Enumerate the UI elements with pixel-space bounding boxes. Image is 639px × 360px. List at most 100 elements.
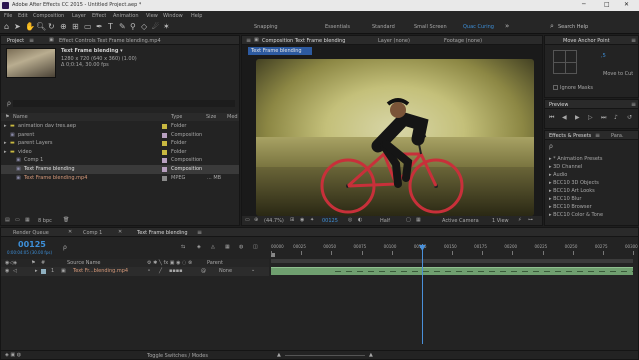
- graph-editor-icon[interactable]: ◫: [253, 244, 258, 250]
- previous-frame-icon[interactable]: ◀: [562, 114, 567, 121]
- roi-icon[interactable]: ▢: [406, 217, 411, 223]
- project-item[interactable]: ▣ Text Frame blending.mp4 MPEG ... MB: [1, 174, 239, 183]
- first-frame-icon[interactable]: ⏮: [549, 114, 554, 122]
- label-swatch[interactable]: [162, 166, 167, 172]
- effects-category[interactable]: ▸ BCC10 Blur: [547, 195, 637, 203]
- always-preview-icon[interactable]: ▭: [245, 217, 250, 223]
- effects-category[interactable]: ▸ BCC10 Color & Tone: [547, 211, 637, 219]
- label-swatch[interactable]: [162, 132, 167, 138]
- tab-preview[interactable]: Preview: [549, 102, 568, 108]
- layer-row[interactable]: ◉ ◁ ▸ 1 ▣ Text Fr...blending.mp4 ⚬ ╱ ▪▪▪…: [1, 267, 269, 276]
- new-folder-icon[interactable]: ▭: [15, 217, 20, 223]
- label-swatch[interactable]: [162, 141, 167, 147]
- tab-comp-1[interactable]: Comp 1: [83, 230, 102, 236]
- label-swatch[interactable]: [162, 124, 167, 129]
- label-swatch[interactable]: [162, 158, 167, 164]
- home-icon[interactable]: ⌂: [4, 22, 9, 31]
- tab-layer[interactable]: Layer (none): [378, 38, 410, 44]
- layer-switches-icon[interactable]: ◈ ▣ ◍: [5, 352, 21, 358]
- column-parent[interactable]: Parent: [207, 260, 223, 266]
- move-to-cut-button[interactable]: Move to Cut: [603, 71, 633, 77]
- brush-tool-icon[interactable]: ✎: [119, 22, 126, 31]
- close-icon[interactable]: ✕: [118, 229, 122, 235]
- effects-search-icon[interactable]: ρ: [549, 143, 553, 150]
- x-value[interactable]: ,5: [601, 53, 606, 59]
- project-item[interactable]: ▣ Text Frame blending Composition: [1, 164, 239, 174]
- time-zoom-slider[interactable]: [285, 355, 365, 356]
- camera-select[interactable]: Active Camera: [442, 218, 479, 224]
- fast-previews-icon[interactable]: ⚡: [518, 217, 522, 223]
- project-item[interactable]: ▸ ▬ parent Layers Folder: [1, 139, 239, 148]
- search-help-input[interactable]: Search Help: [558, 24, 588, 30]
- timeline-search-icon[interactable]: ρ: [63, 244, 67, 251]
- resolution-select[interactable]: Half: [380, 218, 390, 224]
- lock-icon[interactable]: ▣: [254, 37, 259, 43]
- zoom-tool-icon[interactable]: 🔍︎: [36, 22, 46, 31]
- column-media[interactable]: Med: [227, 114, 238, 120]
- column-type[interactable]: Type: [171, 114, 182, 120]
- time-ruler[interactable]: 0000000025000500007500100001250015000175…: [271, 244, 638, 258]
- pen-tool-icon[interactable]: ✒: [96, 22, 103, 31]
- tab-render-queue[interactable]: Render Queue: [13, 230, 49, 236]
- visibility-icon[interactable]: ◉: [5, 268, 9, 274]
- rectangle-tool-icon[interactable]: ▭: [84, 22, 92, 31]
- quality-icon[interactable]: ╱: [159, 268, 162, 274]
- panel-menu-icon[interactable]: ≡: [246, 37, 251, 44]
- menu-composition[interactable]: Composition: [33, 13, 64, 19]
- mute-icon[interactable]: ♪: [614, 114, 618, 121]
- workspace-overflow-icon[interactable]: »: [505, 22, 509, 30]
- effects-category[interactable]: ▸ BCC10 3D Objects: [547, 179, 637, 187]
- switch-boxes[interactable]: ▪▪▪▪: [169, 268, 183, 274]
- workspace-quac-curing[interactable]: Quac Curing: [463, 24, 494, 30]
- close-button[interactable]: ✕: [624, 1, 629, 8]
- tab-effect-controls[interactable]: Effect Controls Text Frame blending.mp4: [59, 38, 161, 44]
- expand-icon[interactable]: ▸: [4, 139, 7, 148]
- expand-icon[interactable]: ▸: [4, 148, 7, 157]
- effects-category[interactable]: ▸ * Animation Presets: [547, 155, 637, 163]
- zoom-in-icon[interactable]: ▲: [369, 352, 373, 358]
- ignore-masks-checkbox[interactable]: [553, 85, 558, 90]
- workspace-snapping[interactable]: Snapping: [254, 24, 278, 30]
- preview-item-name[interactable]: Text Frame blending ▾: [61, 48, 123, 54]
- parent-select[interactable]: None: [219, 268, 232, 274]
- hand-tool-icon[interactable]: ✋: [25, 22, 35, 31]
- comp-mini-flowchart-icon[interactable]: ⇆: [181, 244, 185, 250]
- effects-category[interactable]: ▸ BCC10 Browser: [547, 203, 637, 211]
- project-item[interactable]: ▣ Comp 1 Composition: [1, 156, 239, 165]
- chevron-down-icon[interactable]: ⌄: [251, 267, 255, 273]
- panel-menu-icon[interactable]: ≡: [29, 37, 34, 44]
- audio-icon[interactable]: ◁: [13, 268, 17, 274]
- zoom-out-icon[interactable]: ▲: [277, 352, 281, 358]
- tab-text-frame-blending[interactable]: Text Frame blending: [137, 230, 188, 236]
- project-search-input[interactable]: [13, 100, 235, 107]
- color-icon[interactable]: ✦: [310, 217, 314, 223]
- comp-timecode[interactable]: 00125: [322, 218, 338, 224]
- work-area-bar[interactable]: [271, 259, 633, 263]
- draft-3d-icon[interactable]: ◈: [197, 244, 201, 250]
- roto-tool-icon[interactable]: ☄: [152, 22, 159, 31]
- menu-animation[interactable]: Animation: [113, 13, 139, 19]
- effects-category[interactable]: ▸ BCC10 Art Looks: [547, 187, 637, 195]
- camera-snapshot-icon[interactable]: ◎: [348, 217, 352, 223]
- tab-move-anchor[interactable]: Move Anchor Point: [563, 38, 610, 44]
- workspace-small-screen[interactable]: Small Screen: [414, 24, 447, 30]
- menu-layer[interactable]: Layer: [72, 13, 86, 19]
- effects-category[interactable]: ▸ Audio: [547, 171, 637, 179]
- workspace-standard[interactable]: Standard: [372, 24, 395, 30]
- flowchart-icon[interactable]: ⊶: [528, 217, 533, 223]
- panel-menu-icon[interactable]: ≡: [595, 132, 600, 139]
- anchor-grid[interactable]: [553, 50, 577, 74]
- comp-breadcrumb[interactable]: Text Frame blending: [248, 47, 312, 55]
- type-tool-icon[interactable]: T: [108, 22, 113, 31]
- layer-name[interactable]: Text Fr...blending.mp4: [73, 268, 128, 274]
- tab-composition[interactable]: Composition Text Frame blending: [262, 38, 345, 44]
- menu-file[interactable]: File: [4, 13, 12, 19]
- lock-icon[interactable]: ▣: [49, 37, 54, 43]
- shy-icon[interactable]: ⚬: [147, 268, 151, 274]
- transparency-grid-icon[interactable]: ▦: [416, 217, 421, 223]
- panel-menu-icon[interactable]: ≡: [631, 37, 636, 44]
- menu-edit[interactable]: Edit: [18, 13, 28, 19]
- maximize-button[interactable]: □: [604, 1, 610, 8]
- pan-behind-tool-icon[interactable]: ⊞: [72, 22, 79, 31]
- panel-menu-icon[interactable]: ≡: [631, 101, 636, 108]
